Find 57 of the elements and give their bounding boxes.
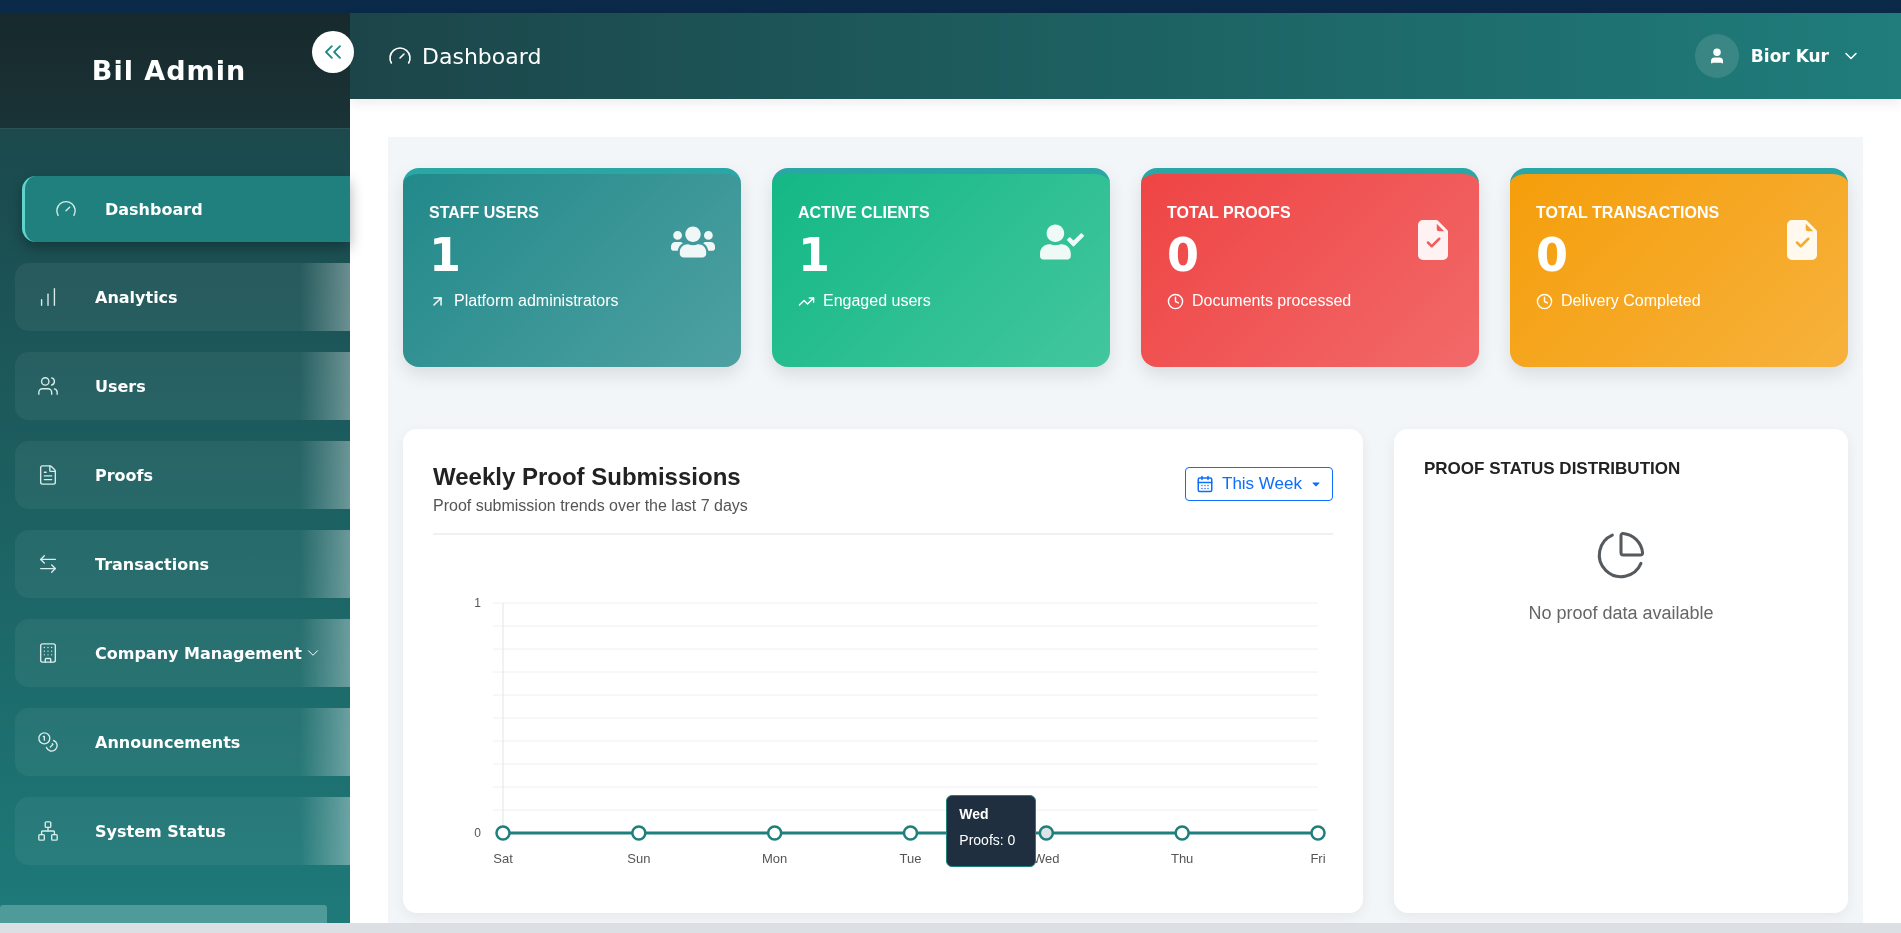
stat-value: 1 [429,232,461,278]
card-title: PROOF STATUS DISTRIBUTION [1424,459,1682,479]
clock-icon [1167,292,1184,310]
clock-icon [1536,292,1553,310]
nav-item[interactable]: Proofs [15,441,350,509]
calendar-icon [1196,475,1214,493]
stat-value: 0 [1536,232,1568,278]
data-point[interactable] [766,825,783,841]
data-point[interactable] [1310,825,1326,841]
nav-item[interactable]: Announcements [15,708,350,776]
x-axis-label: Tue [899,851,922,866]
y-tick-label: 1 [474,596,481,610]
chart-title: Weekly Proof Submissions [433,463,742,491]
y-tick-label: 0 [474,826,481,840]
nav-item[interactable]: Dashboard [22,176,350,242]
stat-title: TOTAL PROOFS [1167,204,1292,222]
x-axis-label: Fri [1310,851,1326,866]
tooltip-value: Proofs: 0 [959,832,1017,848]
nav-icon [37,375,59,397]
avatar [1694,34,1739,78]
stat-title: TOTAL TRANSACTIONS [1536,204,1721,222]
data-point[interactable] [495,825,511,841]
nav-item[interactable]: System Status [15,797,350,865]
empty-message: No proof data available [1528,603,1714,624]
stat-note: Engaged users [823,292,931,310]
nav-icon [37,553,59,575]
x-axis-label: Mon [762,851,788,866]
user-menu[interactable]: Bior Kur [1694,34,1861,78]
nav-icon [37,820,59,842]
stat-note: Documents processed [1192,292,1352,310]
tooltip-title: Wed [959,806,990,822]
stat-value: 1 [798,232,830,278]
nav-icon [37,642,59,664]
stat-note: Platform administrators [454,292,619,310]
nav-item[interactable]: Transactions [15,530,350,598]
scroll-thumb[interactable] [0,905,327,923]
x-axis-label: Sun [627,851,651,866]
x-axis-label: Sat [493,851,513,866]
nav-item[interactable]: Users [15,352,350,420]
stat-title: STAFF USERS [429,204,540,222]
nav-item[interactable]: Analytics [15,263,350,331]
nav-icon [37,464,59,486]
pie-chart-icon [1595,529,1647,581]
data-point[interactable] [902,825,919,841]
x-axis-label: Thu [1170,851,1194,866]
data-point[interactable] [1038,825,1055,841]
brand-title: Bil Admin [91,55,247,86]
stat-value: 0 [1167,232,1199,278]
stat-note: Delivery Completed [1561,292,1701,310]
data-point[interactable] [631,825,647,841]
stat-title: ACTIVE CLIENTS [798,204,931,222]
data-point[interactable] [1174,825,1190,841]
chart-subtitle: Proof submission trends over the last 7 days [433,497,748,515]
page-title: Dashboard [422,43,542,69]
nav-item[interactable]: Company Management [15,619,350,687]
range-dropdown[interactable]: This Week [1185,467,1333,501]
nav-icon [37,731,59,753]
